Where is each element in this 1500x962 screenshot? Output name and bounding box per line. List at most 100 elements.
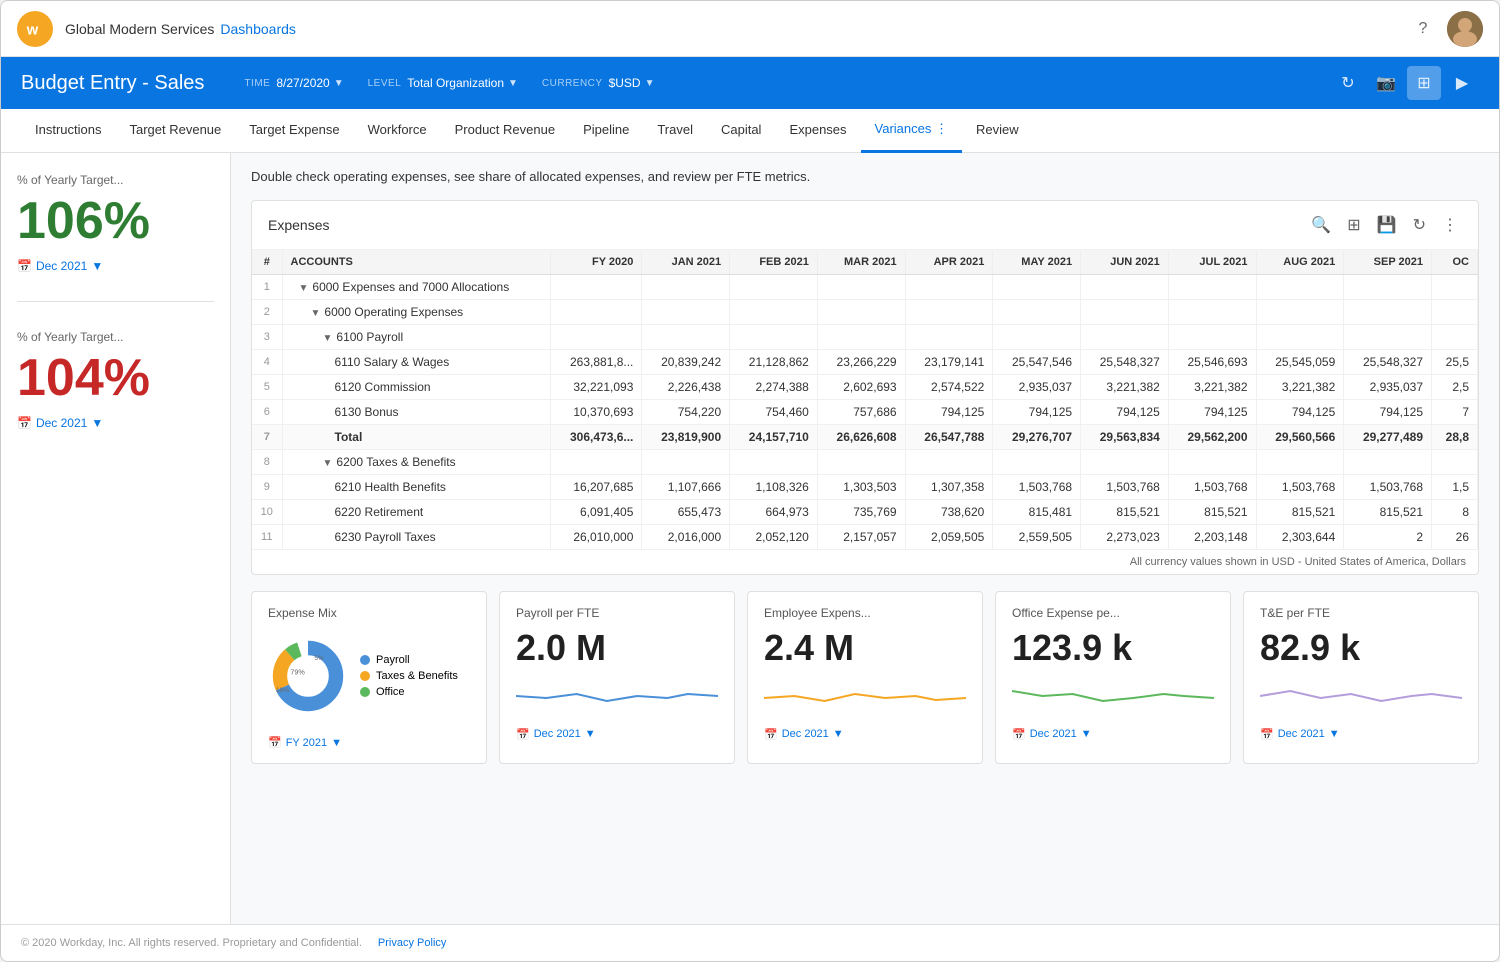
- te-fte-card: T&E per FTE 82.9 k 📅 Dec 2021 ▼: [1243, 591, 1479, 764]
- time-filter[interactable]: TIME 8/27/2020 ▼: [244, 76, 343, 90]
- level-filter[interactable]: LEVEL Total Organization ▼: [368, 76, 518, 90]
- employee-exp-footer[interactable]: 📅 Dec 2021 ▼: [764, 728, 966, 741]
- refresh-button[interactable]: ↻: [1331, 66, 1365, 100]
- copy-icon[interactable]: ⊞: [1343, 213, 1364, 237]
- main-content: Double check operating expenses, see sha…: [231, 153, 1499, 924]
- table-row: 11 6230 Payroll Taxes 26,010,000 2,016,0…: [252, 525, 1478, 550]
- col-jun2021: JUN 2021: [1081, 250, 1169, 275]
- tab-review[interactable]: Review: [962, 109, 1033, 153]
- col-oc: OC: [1432, 250, 1478, 275]
- tab-travel[interactable]: Travel: [643, 109, 707, 153]
- te-fte-value: 82.9 k: [1260, 628, 1462, 668]
- donut-chart: 79% 5% 16%: [268, 636, 348, 716]
- payroll-fte-footer[interactable]: 📅 Dec 2021 ▼: [516, 728, 718, 741]
- col-accounts: ACCOUNTS: [282, 250, 550, 275]
- donut-legend: Payroll Taxes & Benefits Office: [360, 654, 458, 698]
- refresh-icon[interactable]: ↻: [1409, 213, 1430, 237]
- svg-text:16%: 16%: [276, 687, 289, 694]
- tab-capital[interactable]: Capital: [707, 109, 775, 153]
- save-icon[interactable]: 💾: [1373, 213, 1401, 237]
- col-aug2021: AUG 2021: [1256, 250, 1344, 275]
- page-title: Budget Entry - Sales: [21, 72, 204, 95]
- privacy-link[interactable]: Privacy Policy: [378, 937, 446, 949]
- metric-1-date[interactable]: 📅 Dec 2021 ▼: [17, 259, 214, 273]
- currency-arrow: ▼: [645, 78, 655, 89]
- payroll-fte-card: Payroll per FTE 2.0 M 📅 Dec 2021 ▼: [499, 591, 735, 764]
- tab-target-revenue[interactable]: Target Revenue: [115, 109, 235, 153]
- currency-label: CURRENCY: [542, 78, 603, 89]
- tab-expenses[interactable]: Expenses: [775, 109, 860, 153]
- expenses-card: Expenses 🔍 ⊞ 💾 ↻ ⋮ #: [251, 200, 1479, 575]
- col-may2021: MAY 2021: [993, 250, 1081, 275]
- te-fte-footer[interactable]: 📅 Dec 2021 ▼: [1260, 728, 1462, 741]
- office-chart-svg: [1012, 676, 1214, 716]
- table-row: 2 ▼6000 Operating Expenses: [252, 300, 1478, 325]
- dashboards-link[interactable]: Dashboards: [220, 21, 296, 37]
- metric-2-date[interactable]: 📅 Dec 2021 ▼: [17, 416, 214, 430]
- metric-1-date-value: Dec 2021: [36, 259, 87, 273]
- table-row: 3 ▼6100 Payroll: [252, 325, 1478, 350]
- metric-1-value: 106%: [17, 195, 214, 247]
- table-container: # ACCOUNTS FY 2020 JAN 2021 FEB 2021 MAR…: [252, 250, 1478, 550]
- description-text: Double check operating expenses, see sha…: [251, 169, 1479, 184]
- col-sep2021: SEP 2021: [1344, 250, 1432, 275]
- svg-text:79%: 79%: [290, 667, 305, 676]
- avatar[interactable]: [1447, 11, 1483, 47]
- time-arrow: ▼: [334, 78, 344, 89]
- currency-filter[interactable]: CURRENCY $USD ▼: [542, 76, 655, 90]
- employee-arrow: ▼: [833, 728, 844, 740]
- more-icon[interactable]: ⋮: [1438, 213, 1462, 237]
- header-actions: ↻ 📷 ⊞ ▶: [1331, 66, 1479, 100]
- te-arrow: ▼: [1329, 728, 1340, 740]
- expense-mix-date-icon: 📅: [268, 736, 282, 749]
- tab-product-revenue[interactable]: Product Revenue: [441, 109, 569, 153]
- sidebar: % of Yearly Target... 106% 📅 Dec 2021 ▼ …: [1, 153, 231, 924]
- donut-container: 79% 5% 16% Payroll Taxes & Benefits: [268, 628, 470, 724]
- taxes-dot: [360, 671, 370, 681]
- search-icon[interactable]: 🔍: [1307, 213, 1335, 237]
- tab-variances[interactable]: Variances ⋮: [861, 109, 962, 153]
- metric-2-value: 104%: [17, 352, 214, 404]
- tab-instructions[interactable]: Instructions: [21, 109, 115, 153]
- header-bar: Budget Entry - Sales TIME 8/27/2020 ▼ LE…: [1, 57, 1499, 109]
- metric-2-date-value: Dec 2021: [36, 416, 87, 430]
- tab-workforce[interactable]: Workforce: [354, 109, 441, 153]
- table-row: 6 6130 Bonus 10,370,693 754,220 754,460 …: [252, 400, 1478, 425]
- grid-button[interactable]: ⊞: [1407, 66, 1441, 100]
- employee-exp-title: Employee Expens...: [764, 606, 966, 620]
- office-exp-footer[interactable]: 📅 Dec 2021 ▼: [1012, 728, 1214, 741]
- expense-mix-arrow: ▼: [331, 737, 342, 749]
- col-jul2021: JUL 2021: [1168, 250, 1256, 275]
- copyright: © 2020 Workday, Inc. All rights reserved…: [21, 937, 362, 949]
- tab-target-expense[interactable]: Target Expense: [235, 109, 353, 153]
- content-area: % of Yearly Target... 106% 📅 Dec 2021 ▼ …: [1, 153, 1499, 924]
- workday-logo: w: [17, 11, 53, 47]
- expense-mix-footer[interactable]: 📅 FY 2021 ▼: [268, 736, 470, 749]
- expense-mix-date: FY 2021: [286, 737, 327, 749]
- top-nav: w Global Modern Services Dashboards ?: [1, 1, 1499, 57]
- card-actions: 🔍 ⊞ 💾 ↻ ⋮: [1307, 213, 1462, 237]
- expense-table: # ACCOUNTS FY 2020 JAN 2021 FEB 2021 MAR…: [252, 250, 1478, 550]
- camera-button[interactable]: 📷: [1369, 66, 1403, 100]
- tab-pipeline[interactable]: Pipeline: [569, 109, 643, 153]
- office-date-icon: 📅: [1012, 728, 1026, 741]
- office-exp-chart: [1012, 676, 1214, 716]
- te-chart-svg: [1260, 676, 1462, 716]
- payroll-fte-value: 2.0 M: [516, 628, 718, 668]
- app-container: w Global Modern Services Dashboards ? Bu…: [0, 0, 1500, 962]
- level-label: LEVEL: [368, 78, 402, 89]
- payroll-fte-chart: [516, 676, 718, 716]
- col-num: #: [252, 250, 282, 275]
- office-exp-title: Office Expense pe...: [1012, 606, 1214, 620]
- help-icon[interactable]: ?: [1407, 13, 1439, 45]
- employee-chart-svg: [764, 676, 966, 716]
- table-row: 8 ▼6200 Taxes & Benefits: [252, 450, 1478, 475]
- video-button[interactable]: ▶: [1445, 66, 1479, 100]
- te-date-icon: 📅: [1260, 728, 1274, 741]
- payroll-fte-title: Payroll per FTE: [516, 606, 718, 620]
- metric-block-1: % of Yearly Target... 106% 📅 Dec 2021 ▼: [17, 173, 214, 273]
- tabs-bar: Instructions Target Revenue Target Expen…: [1, 109, 1499, 153]
- col-apr2021: APR 2021: [905, 250, 993, 275]
- table-row: 5 6120 Commission 32,221,093 2,226,438 2…: [252, 375, 1478, 400]
- expense-mix-title: Expense Mix: [268, 606, 470, 620]
